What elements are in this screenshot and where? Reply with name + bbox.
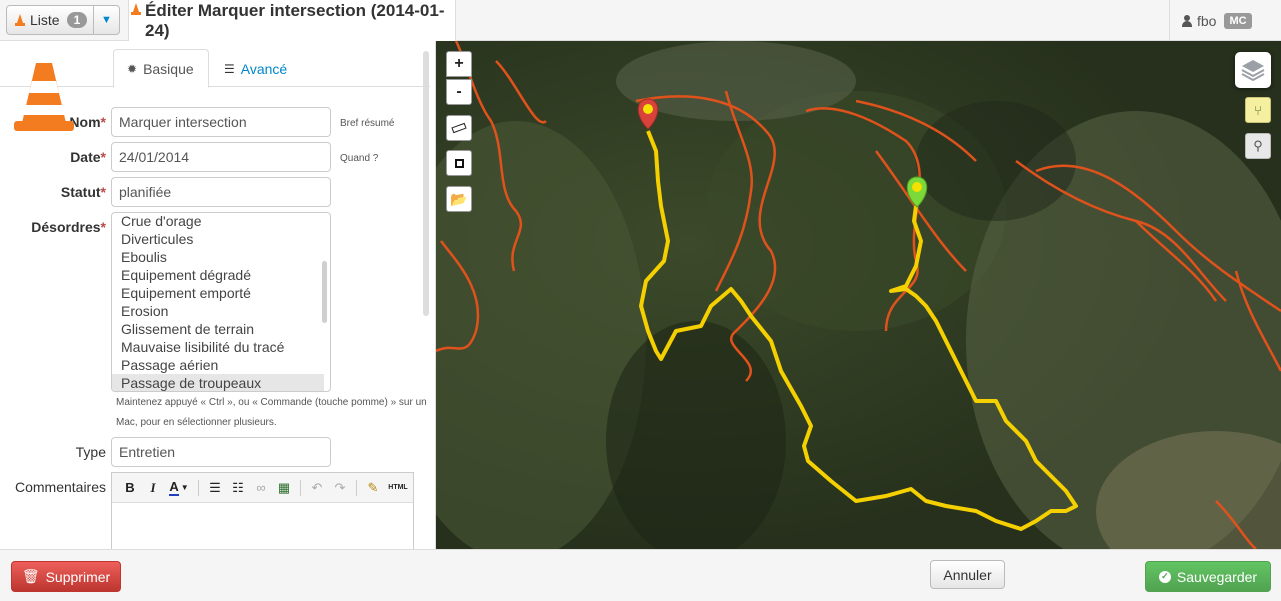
desordres-multiselect[interactable]: Crue d'orage Diverticules Eboulis Equipe… [111, 212, 331, 392]
multiselect-scrollbar[interactable] [322, 261, 327, 323]
commentaires-label: Commentaires [14, 479, 106, 495]
layers-button[interactable] [1235, 52, 1271, 88]
save-button[interactable]: ✓ Sauvegarder [1145, 561, 1271, 592]
caret-down-icon: ▼ [101, 14, 112, 26]
desordres-option[interactable]: Equipement emporté [112, 284, 330, 302]
cone-logo-icon [14, 63, 74, 131]
date-label: Date* [70, 149, 106, 165]
point-tool-button[interactable]: ⚲ [1245, 133, 1271, 159]
undo-icon[interactable]: ↶ [307, 478, 327, 498]
desordres-option[interactable]: Equipement dégradé [112, 266, 330, 284]
cone-icon [131, 3, 141, 15]
list-count-badge: 1 [66, 12, 88, 28]
desordres-option[interactable]: Diverticules [112, 230, 330, 248]
multiselect-help-line1: Maintenez appuyé « Ctrl », ou « Commande… [116, 397, 427, 408]
square-icon [454, 158, 464, 168]
statut-label: Statut* [60, 184, 106, 200]
toolbar-separator [198, 479, 199, 496]
layers-icon [1241, 60, 1265, 82]
delete-button[interactable]: 🗑 Supprimer [11, 561, 121, 592]
clean-format-icon[interactable]: ✎ [363, 478, 383, 498]
type-label: Type [75, 444, 106, 460]
draw-rectangle-button[interactable] [446, 150, 472, 176]
route-icon: ⑂ [1254, 102, 1262, 118]
link-icon[interactable]: ∞ [251, 478, 271, 498]
desordres-option[interactable]: Eboulis [112, 248, 330, 266]
measure-ruler-button[interactable] [446, 115, 472, 141]
marker-icon: ⚲ [1253, 138, 1263, 153]
satellite-map-image [436, 41, 1281, 549]
top-bar: Liste 1 ▼ Éditer Marquer intersection (2… [0, 0, 1281, 41]
desordres-option[interactable]: Glissement de terrain [112, 320, 330, 338]
zoom-out-button[interactable]: - [446, 79, 472, 105]
form-panel: ✹ Basique ☰ Avancé Nom* Marquer intersec… [0, 41, 436, 549]
bullet-list-icon[interactable]: ☰ [205, 478, 225, 498]
font-color-icon[interactable]: A ▼ [166, 478, 192, 498]
list-icon: ☰ [224, 61, 235, 76]
tab-avance-label: Avancé [240, 60, 288, 77]
folder-open-icon: 📂 [450, 190, 468, 207]
type-select[interactable]: Entretien [111, 437, 331, 467]
editor-toolbar: B I A ▼ ☰ ☷ ∞ ▦ ↶ ↷ ✎ HTML [112, 473, 413, 503]
footer-bar: 🗑 Supprimer Annuler ✓ Sauvegarder [0, 549, 1281, 601]
desordres-option[interactable]: Mauvaise lisibilité du tracé [112, 338, 330, 356]
tab-basique-label: Basique [143, 60, 194, 77]
route-tool-button[interactable]: ⑂ [1245, 97, 1271, 123]
ruler-icon [451, 122, 467, 134]
html-source-button[interactable]: HTML [386, 478, 410, 498]
desordres-option-selected[interactable]: Passage de troupeaux [112, 374, 324, 391]
check-circle-icon: ✓ [1158, 570, 1171, 583]
desordres-option[interactable]: Erosion [112, 302, 330, 320]
cone-icon [15, 14, 25, 26]
gear-icon: ✹ [127, 61, 138, 76]
page-title: Éditer Marquer intersection (2014-01-24) [128, 0, 456, 41]
commentaires-editor[interactable]: B I A ▼ ☰ ☷ ∞ ▦ ↶ ↷ ✎ HTML [111, 472, 414, 549]
desordres-option[interactable]: Passage aérien [112, 356, 330, 374]
date-hint: Quand ? [340, 153, 379, 164]
desordres-label: Désordres* [31, 219, 106, 235]
user-icon [1182, 14, 1192, 27]
page-title-text: Éditer Marquer intersection (2014-01-24) [145, 0, 445, 40]
toolbar-separator [300, 479, 301, 496]
delete-button-label: Supprimer [45, 568, 111, 585]
nom-input[interactable]: Marquer intersection [111, 107, 331, 137]
map-view[interactable]: + - 📂 ⑂ ⚲ [436, 41, 1281, 549]
user-initials-badge: MC [1224, 12, 1252, 29]
trash-icon: 🗑 [21, 568, 40, 584]
numbered-list-icon[interactable]: ☷ [228, 478, 248, 498]
film-icon[interactable]: ▦ [274, 478, 294, 498]
open-file-button[interactable]: 📂 [446, 186, 472, 212]
tab-avance[interactable]: ☰ Avancé [211, 49, 301, 88]
zoom-in-button[interactable]: + [446, 51, 472, 77]
multiselect-help-line2: Mac, pour en sélectionner plusieurs. [116, 417, 277, 428]
save-button-label: Sauvegarder [1176, 568, 1258, 585]
username: fbo [1197, 12, 1217, 29]
panel-scrollbar[interactable] [423, 51, 429, 316]
list-dropdown-button[interactable]: ▼ [93, 5, 120, 35]
bold-icon[interactable]: B [120, 478, 140, 498]
desordres-option[interactable]: Crue d'orage [112, 213, 330, 230]
nom-hint: Bref résumé [340, 118, 395, 129]
tab-basique[interactable]: ✹ Basique [113, 49, 209, 88]
redo-icon[interactable]: ↷ [330, 478, 350, 498]
user-menu[interactable]: fbo MC [1169, 0, 1281, 41]
cancel-button[interactable]: Annuler [930, 560, 1005, 589]
date-input[interactable]: 24/01/2014 [111, 142, 331, 172]
toolbar-separator [356, 479, 357, 496]
statut-select[interactable]: planifiée [111, 177, 331, 207]
list-button-label: Liste [30, 12, 60, 28]
list-button[interactable]: Liste 1 [6, 5, 94, 35]
italic-icon[interactable]: I [143, 478, 163, 498]
